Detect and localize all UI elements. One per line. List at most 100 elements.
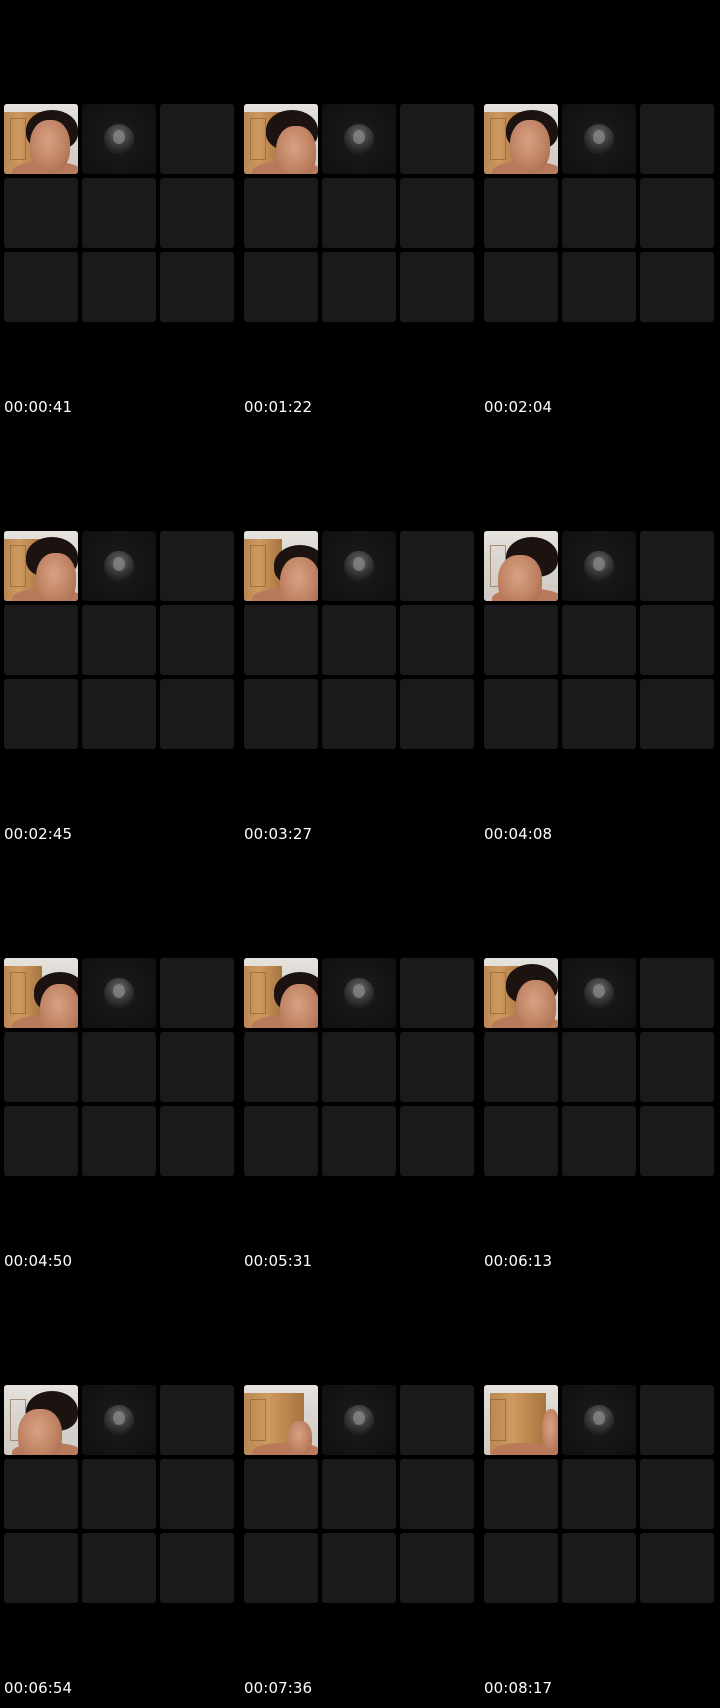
empty-tile	[400, 679, 474, 749]
empty-tile	[244, 1106, 318, 1176]
avatar-icon	[344, 551, 374, 581]
empty-tile	[4, 1533, 78, 1603]
video-frame: 00:06:13	[480, 854, 716, 1274]
empty-tile	[640, 605, 714, 675]
camera-feed-panel	[250, 118, 266, 160]
empty-tile	[160, 1533, 234, 1603]
avatar-icon	[584, 978, 614, 1008]
camera-feed-face	[510, 120, 550, 172]
participant-grid	[4, 531, 236, 749]
frame-timestamp: 00:08:17	[484, 1679, 553, 1697]
empty-tile	[4, 178, 78, 248]
participant-grid	[4, 958, 236, 1176]
empty-tile	[400, 1385, 474, 1455]
participant-grid	[484, 104, 716, 322]
empty-tile	[82, 1106, 156, 1176]
empty-tile	[640, 679, 714, 749]
avatar-tile	[322, 531, 396, 601]
avatar-icon	[104, 124, 134, 154]
empty-tile	[640, 178, 714, 248]
empty-tile	[4, 1032, 78, 1102]
frame-timestamp: 00:05:31	[244, 1252, 313, 1270]
empty-tile	[484, 605, 558, 675]
avatar-tile	[562, 1385, 636, 1455]
camera-feed-panel	[10, 972, 26, 1014]
video-frame: 00:04:08	[480, 427, 716, 847]
empty-tile	[82, 1459, 156, 1529]
empty-tile	[322, 1106, 396, 1176]
empty-tile	[82, 1533, 156, 1603]
empty-tile	[400, 104, 474, 174]
camera-feed-face	[30, 120, 70, 172]
empty-tile	[640, 958, 714, 1028]
avatar-icon	[104, 1405, 134, 1435]
empty-tile	[244, 1533, 318, 1603]
empty-tile	[562, 252, 636, 322]
empty-tile	[640, 531, 714, 601]
empty-tile	[562, 1459, 636, 1529]
camera-feed-panel	[250, 1399, 266, 1441]
empty-tile	[244, 178, 318, 248]
video-frame: 00:02:45	[0, 427, 236, 847]
contact-sheet: 00:00:41 00:01:22 00:02:04 00:02:45 00:03:27…	[0, 0, 720, 1708]
camera-feed-panel	[490, 972, 506, 1014]
empty-tile	[640, 1032, 714, 1102]
empty-tile	[640, 1459, 714, 1529]
empty-tile	[160, 958, 234, 1028]
camera-feed-tile	[484, 104, 558, 174]
frame-timestamp: 00:06:13	[484, 1252, 553, 1270]
avatar-icon	[344, 978, 374, 1008]
empty-tile	[244, 1032, 318, 1102]
empty-tile	[322, 252, 396, 322]
camera-feed-tile	[484, 1385, 558, 1455]
empty-tile	[82, 605, 156, 675]
empty-tile	[322, 679, 396, 749]
avatar-tile	[562, 958, 636, 1028]
empty-tile	[160, 178, 234, 248]
empty-tile	[244, 1459, 318, 1529]
empty-tile	[82, 679, 156, 749]
empty-tile	[640, 252, 714, 322]
empty-tile	[640, 1533, 714, 1603]
camera-feed-face	[280, 557, 318, 601]
camera-feed-tile	[484, 531, 558, 601]
video-frame: 00:01:22	[240, 0, 476, 420]
avatar-tile	[562, 531, 636, 601]
avatar-icon	[584, 1405, 614, 1435]
empty-tile	[400, 531, 474, 601]
camera-feed-panel	[250, 545, 266, 587]
camera-feed-panel	[10, 118, 26, 160]
empty-tile	[4, 605, 78, 675]
camera-feed-face	[40, 984, 78, 1028]
avatar-tile	[82, 1385, 156, 1455]
empty-tile	[562, 1106, 636, 1176]
empty-tile	[160, 1032, 234, 1102]
empty-tile	[82, 178, 156, 248]
frame-timestamp: 00:04:08	[484, 825, 553, 843]
empty-tile	[484, 1459, 558, 1529]
empty-tile	[160, 1459, 234, 1529]
empty-tile	[400, 1032, 474, 1102]
avatar-icon	[344, 124, 374, 154]
participant-grid	[244, 1385, 476, 1603]
camera-feed-face	[276, 126, 316, 174]
video-frame: 00:05:31	[240, 854, 476, 1274]
empty-tile	[400, 1106, 474, 1176]
empty-tile	[400, 1459, 474, 1529]
camera-feed-face	[498, 555, 542, 601]
camera-feed-tile	[4, 1385, 78, 1455]
empty-tile	[82, 1032, 156, 1102]
avatar-tile	[82, 531, 156, 601]
camera-feed-tile	[4, 958, 78, 1028]
empty-tile	[4, 1459, 78, 1529]
participant-grid	[484, 1385, 716, 1603]
camera-feed-tile	[4, 104, 78, 174]
empty-tile	[484, 679, 558, 749]
empty-tile	[562, 1533, 636, 1603]
video-frame: 00:07:36	[240, 1281, 476, 1701]
participant-grid	[484, 958, 716, 1176]
empty-tile	[562, 605, 636, 675]
empty-tile	[160, 1106, 234, 1176]
frame-timestamp: 00:07:36	[244, 1679, 313, 1697]
camera-feed-tile	[4, 531, 78, 601]
